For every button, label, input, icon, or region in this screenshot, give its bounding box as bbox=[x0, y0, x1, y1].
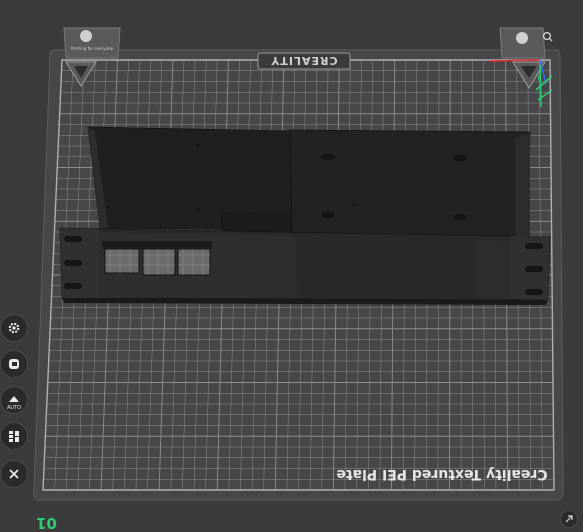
build-plate-scene[interactable]: CREALITY Printing for everyone bbox=[0, 0, 583, 531]
plate-name-label: Creality Textured PEI Plate bbox=[336, 466, 547, 482]
3d-viewport[interactable]: CREALITY Printing for everyone bbox=[0, 0, 583, 531]
logo-caption: Printing for everyone bbox=[71, 46, 114, 51]
close-icon bbox=[8, 468, 20, 480]
search-icon[interactable] bbox=[544, 33, 552, 41]
arrange-icon bbox=[7, 429, 21, 443]
settings-button[interactable] bbox=[0, 314, 28, 342]
plate-number[interactable]: 01 bbox=[36, 514, 57, 532]
filament-icon bbox=[7, 357, 21, 371]
plate-options-button[interactable] bbox=[560, 510, 578, 528]
gear-icon bbox=[7, 321, 21, 335]
filament-button[interactable] bbox=[0, 350, 28, 378]
brand-logo: CREALITY bbox=[258, 53, 350, 69]
auto-label: AUTO bbox=[7, 405, 21, 411]
expand-icon bbox=[564, 514, 574, 524]
close-button[interactable] bbox=[0, 460, 28, 488]
auto-orient-button[interactable]: AUTO bbox=[0, 386, 28, 414]
3d-model[interactable] bbox=[60, 127, 550, 305]
brand-label: CREALITY bbox=[270, 54, 337, 67]
svg-text:Y: Y bbox=[535, 73, 541, 82]
arrange-button[interactable] bbox=[0, 422, 28, 450]
